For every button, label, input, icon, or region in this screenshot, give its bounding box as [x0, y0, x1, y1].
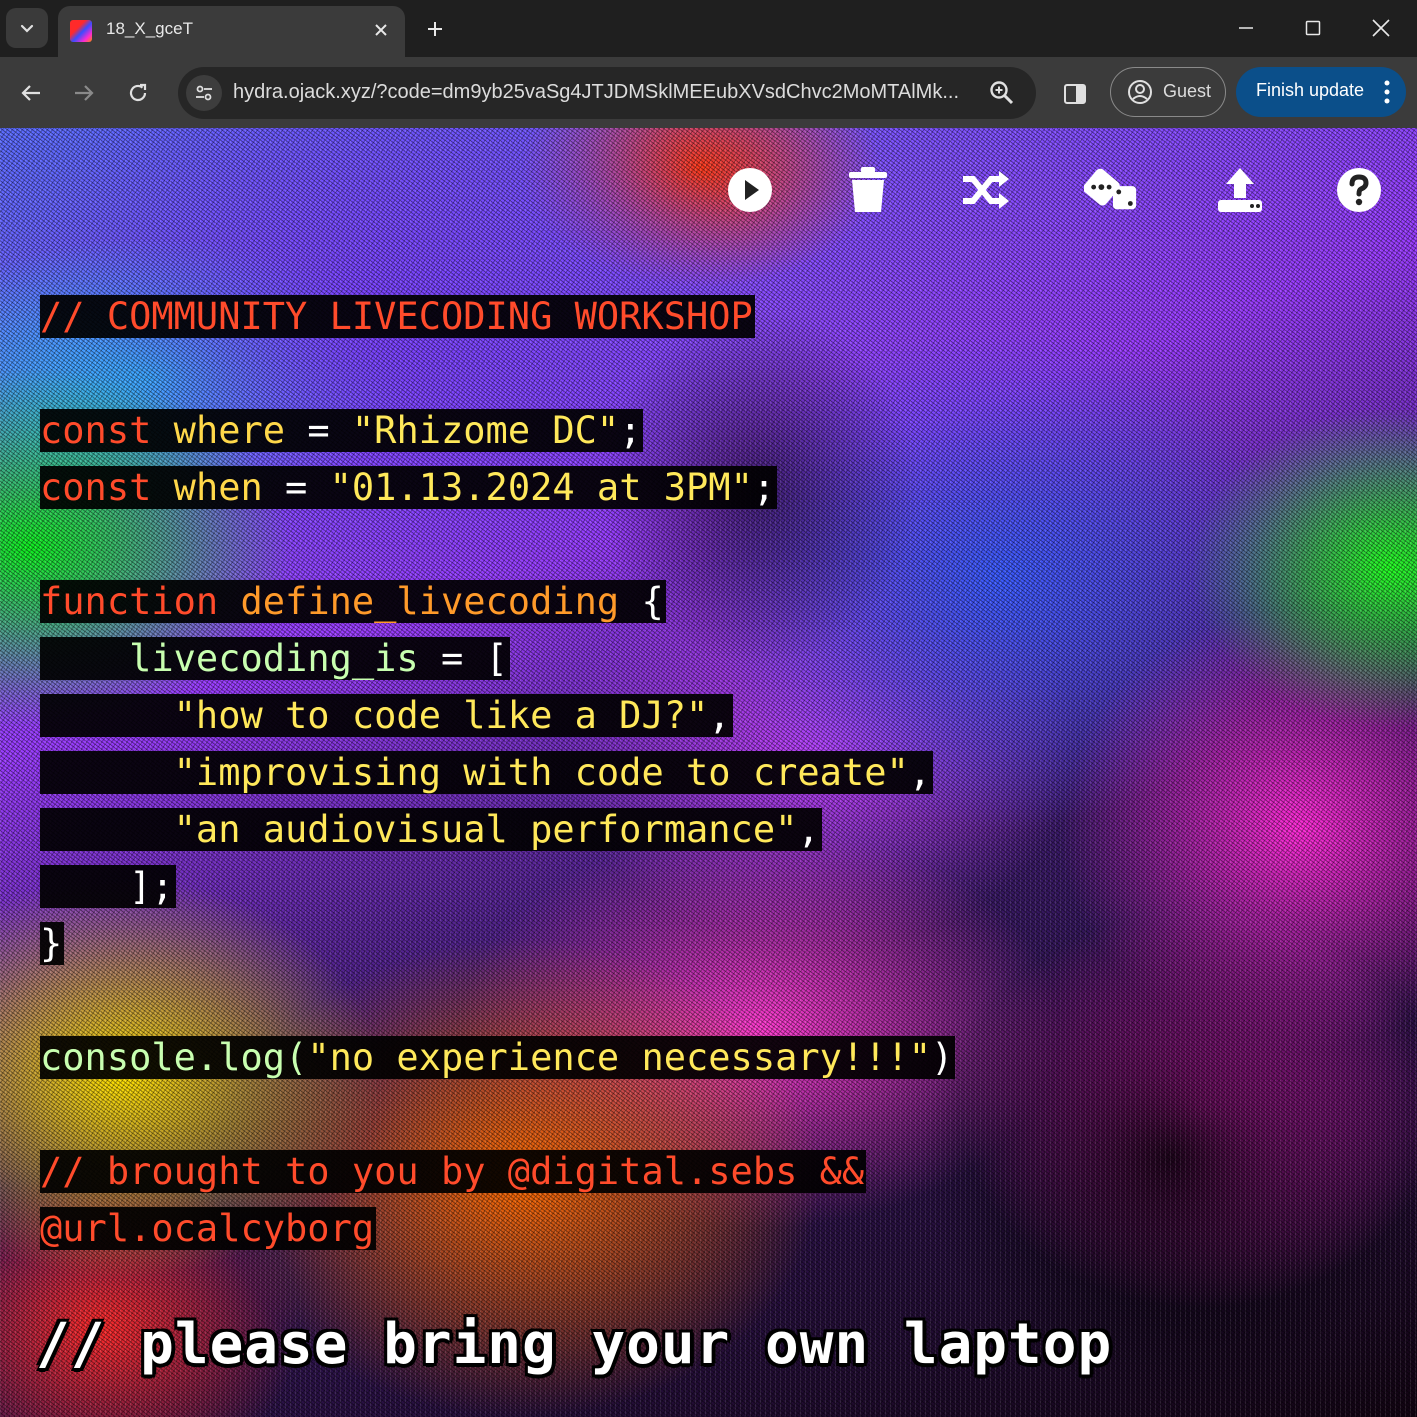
laptop-note: // please bring your own laptop [36, 1312, 1113, 1377]
close-window-button[interactable] [1359, 10, 1403, 46]
side-panel-icon [1064, 84, 1086, 104]
code-line: function define_livecoding { [40, 573, 1240, 630]
run-button[interactable] [722, 162, 778, 218]
string-literal: "no experience necessary!!!" [307, 1036, 932, 1079]
punctuation: { [641, 580, 664, 623]
close-icon [1372, 19, 1390, 37]
account-circle-icon [1128, 80, 1152, 104]
trash-icon [849, 167, 887, 212]
punctuation: , [797, 808, 820, 851]
upload-icon [1218, 168, 1262, 212]
shuffle-button[interactable] [958, 162, 1014, 218]
string-literal: "improvising with code to create" [173, 751, 909, 794]
more-vert-icon [1384, 80, 1390, 104]
help-button[interactable] [1331, 162, 1387, 218]
string-literal: "how to code like a DJ?" [173, 694, 709, 737]
arrow-right-icon [75, 85, 94, 101]
help-icon [1337, 168, 1381, 212]
finish-update-button[interactable]: Finish update [1236, 67, 1406, 117]
random-button[interactable] [1084, 162, 1140, 218]
update-label: Finish update [1256, 80, 1365, 100]
minimize-button[interactable] [1224, 10, 1268, 46]
identifier: where [173, 409, 286, 452]
dice-icon [1084, 168, 1137, 210]
code-line: // COMMUNITY LIVECODING WORKSHOP [40, 288, 1240, 345]
code-line: "how to code like a DJ?", [40, 687, 1240, 744]
keyword: function [40, 580, 219, 623]
address-bar[interactable]: hydra.ojack.xyz/?code=dm9yb25vaSg4JTJDMS… [178, 67, 1036, 119]
shuffle-icon [963, 171, 1009, 209]
tab-strip: 18_X_gceT [0, 0, 1417, 57]
reload-icon [129, 83, 147, 102]
punctuation: ]; [129, 865, 174, 908]
code-line: "an audiovisual performance", [40, 801, 1240, 858]
back-button[interactable] [12, 74, 50, 112]
operator: = [262, 466, 330, 509]
code-line: livecoding_is = [ [40, 630, 1240, 687]
share-button[interactable] [1212, 162, 1268, 218]
browser-toolbar: hydra.ojack.xyz/?code=dm9yb25vaSg4JTJDMS… [0, 57, 1417, 128]
minimize-icon [1239, 27, 1253, 29]
maximize-icon [1305, 20, 1321, 36]
hydra-canvas[interactable]: // COMMUNITY LIVECODING WORKSHOP const w… [0, 128, 1417, 1417]
tab-close-button[interactable] [369, 18, 393, 42]
browser-tab-active[interactable]: 18_X_gceT [58, 6, 405, 57]
chevron-down-icon [20, 24, 34, 33]
code-line: "improvising with code to create", [40, 744, 1240, 801]
tab-search-button[interactable] [6, 8, 48, 48]
punctuation: ) [931, 1036, 954, 1079]
punctuation: , [908, 751, 932, 794]
hydra-toolbar [0, 162, 1417, 222]
identifier: livecoding_is [129, 637, 419, 680]
tab-title: 18_X_gceT [106, 19, 193, 38]
profile-button[interactable]: Guest [1110, 67, 1226, 117]
comment-title: // COMMUNITY LIVECODING WORKSHOP [40, 295, 755, 338]
side-panel-button[interactable] [1058, 77, 1092, 111]
code-line: @url.ocalcyborg [40, 1200, 1240, 1257]
operator: = [ [418, 637, 508, 680]
function-call: console.log( [40, 1036, 308, 1079]
string-literal: "an audiovisual performance" [173, 808, 798, 851]
keyword: const [40, 409, 152, 452]
punctuation: ; [752, 466, 776, 509]
new-tab-button[interactable] [420, 14, 450, 44]
identifier: when [173, 466, 263, 509]
punctuation: ; [619, 409, 642, 452]
comment-credit: // brought to you by @digital.sebs && [40, 1150, 867, 1193]
play-icon [728, 168, 772, 212]
url-text: hydra.ojack.xyz/?code=dm9yb25vaSg4JTJDMS… [233, 81, 960, 103]
punctuation: , [708, 694, 731, 737]
site-info-button[interactable] [186, 75, 222, 111]
code-line: } [40, 915, 1240, 972]
operator: = [285, 409, 352, 452]
maximize-button[interactable] [1291, 10, 1335, 46]
string-literal: "Rhizome DC" [351, 409, 620, 452]
code-editor[interactable]: // COMMUNITY LIVECODING WORKSHOP const w… [40, 288, 1240, 1257]
close-icon [375, 24, 387, 36]
code-line: const where = "Rhizome DC"; [40, 402, 1240, 459]
comment-credit: @url.ocalcyborg [40, 1207, 377, 1250]
code-line: console.log("no experience necessary!!!"… [40, 1029, 1240, 1086]
code-line: // brought to you by @digital.sebs && [40, 1143, 1240, 1200]
clear-button[interactable] [840, 162, 896, 218]
keyword: const [40, 466, 152, 509]
reload-button[interactable] [119, 74, 157, 112]
zoom-icon[interactable] [988, 79, 1016, 107]
function-name: define_livecoding [240, 580, 620, 623]
profile-label: Guest [1163, 81, 1212, 101]
forward-button[interactable] [65, 74, 103, 112]
code-line: const when = "01.13.2024 at 3PM"; [40, 459, 1240, 516]
hydra-favicon-icon [70, 20, 92, 42]
punctuation: } [40, 922, 63, 965]
tune-icon [196, 85, 212, 101]
string-literal: "01.13.2024 at 3PM" [329, 466, 753, 509]
plus-icon [428, 22, 442, 36]
code-line: ]; [40, 858, 1240, 915]
arrow-left-icon [21, 85, 40, 101]
